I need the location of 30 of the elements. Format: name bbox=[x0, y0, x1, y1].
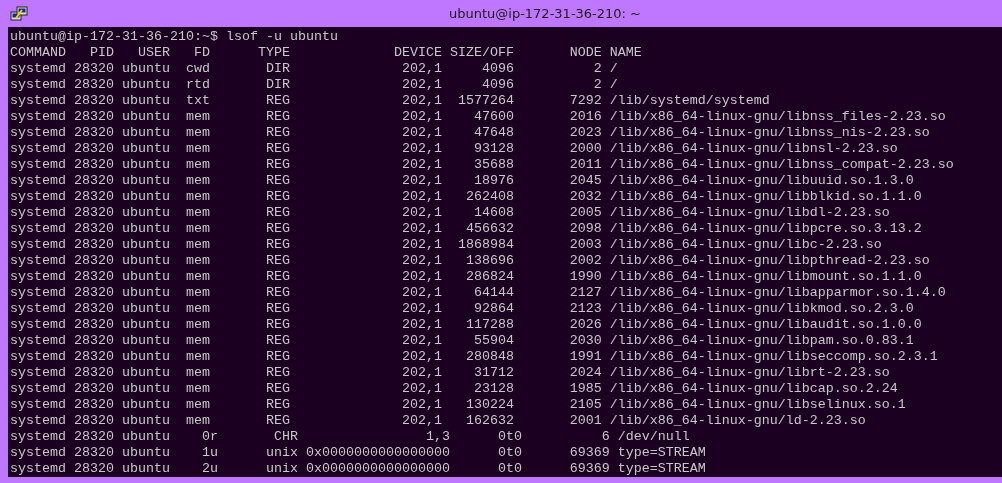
window-title: ubuntu@ip-172-31-36-210: ~ bbox=[447, 6, 643, 21]
terminal-line: systemd 28320 ubuntu mem REG 202,1 64144 2127 /lib/x86_64-linux-gnu/libapparmor.so.1.4.0 bbox=[10, 285, 947, 301]
terminal-line: systemd 28320 ubuntu mem REG 202,1 262408 2032 /lib/x86_64-linux-gnu/libblkid.so.1.1.0 bbox=[10, 189, 923, 205]
terminal-line: systemd 28320 ubuntu mem REG 202,1 286824 1990 /lib/x86_64-linux-gnu/libmount.so.1.1.0 bbox=[10, 269, 923, 285]
terminal-line: systemd 28320 ubuntu mem REG 202,1 1868984 2003 /lib/x86_64-linux-gnu/libc-2.23.so bbox=[10, 237, 883, 253]
terminal-line: systemd 28320 ubuntu mem REG 202,1 18976 2045 /lib/x86_64-linux-gnu/libuuid.so.1.3.0 bbox=[10, 173, 915, 189]
terminal-line: ubuntu@ip-172-31-36-210:~$ lsof -u ubuntu bbox=[10, 29, 339, 45]
terminal-line: systemd 28320 ubuntu mem REG 202,1 31712 2024 /lib/x86_64-linux-gnu/librt-2.23.so bbox=[10, 365, 891, 381]
terminal-line: systemd 28320 ubuntu mem REG 202,1 162632 2001 /lib/x86_64-linux-gnu/ld-2.23.so bbox=[10, 413, 867, 429]
terminal-line: systemd 28320 ubuntu mem REG 202,1 280848 1991 /lib/x86_64-linux-gnu/libseccomp.so.2.3.1 bbox=[10, 349, 939, 365]
terminal-line: systemd 28320 ubuntu 0r CHR 1,3 0t0 6 /dev/null bbox=[10, 429, 691, 445]
terminal-line: systemd 28320 ubuntu mem REG 202,1 23128 1985 /lib/x86_64-linux-gnu/libcap.so.2.24 bbox=[10, 381, 899, 397]
terminal-line: systemd 28320 ubuntu mem REG 202,1 35688 2011 /lib/x86_64-linux-gnu/libnss_compat-2.23.so bbox=[10, 157, 955, 173]
terminal-line: systemd 28320 ubuntu mem REG 202,1 92864 2123 /lib/x86_64-linux-gnu/libkmod.so.2.3.0 bbox=[10, 301, 915, 317]
terminal-line: systemd 28320 ubuntu cwd DIR 202,1 4096 2 / bbox=[10, 61, 619, 77]
terminal-line: systemd 28320 ubuntu mem REG 202,1 55904 2030 /lib/x86_64-linux-gnu/libpam.so.0.83.1 bbox=[10, 333, 915, 349]
terminal-line: systemd 28320 ubuntu mem REG 202,1 47600 2016 /lib/x86_64-linux-gnu/libnss_files-2.23.so bbox=[10, 109, 947, 125]
terminal-line: systemd 28320 ubuntu 2u unix 0x0000000000000000 0t0 69369 type=STREAM bbox=[10, 461, 707, 477]
terminal-line: systemd 28320 ubuntu txt REG 202,1 1577264 7292 /lib/systemd/systemd bbox=[10, 93, 771, 109]
terminal-line: systemd 28320 ubuntu mem REG 202,1 138696 2002 /lib/x86_64-linux-gnu/libpthread-2.23.so bbox=[10, 253, 931, 269]
terminal-line: systemd 28320 ubuntu 1u unix 0x0000000000000000 0t0 69369 type=STREAM bbox=[10, 445, 707, 461]
terminal-line: systemd 28320 ubuntu mem REG 202,1 456632 2098 /lib/x86_64-linux-gnu/libpcre.so.3.13.2 bbox=[10, 221, 923, 237]
terminal-line: systemd 28320 ubuntu mem REG 202,1 47648 2023 /lib/x86_64-linux-gnu/libnss_nis-2.23.so bbox=[10, 125, 931, 141]
terminal-line: systemd 28320 ubuntu mem REG 202,1 93128 2000 /lib/x86_64-linux-gnu/libnsl-2.23.so bbox=[10, 141, 899, 157]
terminal-line: systemd 28320 ubuntu mem REG 202,1 130224 2105 /lib/x86_64-linux-gnu/libselinux.so.1 bbox=[10, 397, 907, 413]
terminal-line: systemd 28320 ubuntu mem REG 202,1 117288 2026 /lib/x86_64-linux-gnu/libaudit.so.1.0.0 bbox=[10, 317, 923, 333]
terminal-line: COMMAND PID USER FD TYPE DEVICE SIZE/OFF NODE NAME bbox=[10, 45, 643, 61]
terminal-line: systemd 28320 ubuntu mem REG 202,1 14608 2005 /lib/x86_64-linux-gnu/libdl-2.23.so bbox=[10, 205, 891, 221]
terminal-line: systemd 28320 ubuntu rtd DIR 202,1 4096 2 / bbox=[10, 77, 619, 93]
terminal-app-icon[interactable] bbox=[10, 5, 28, 22]
